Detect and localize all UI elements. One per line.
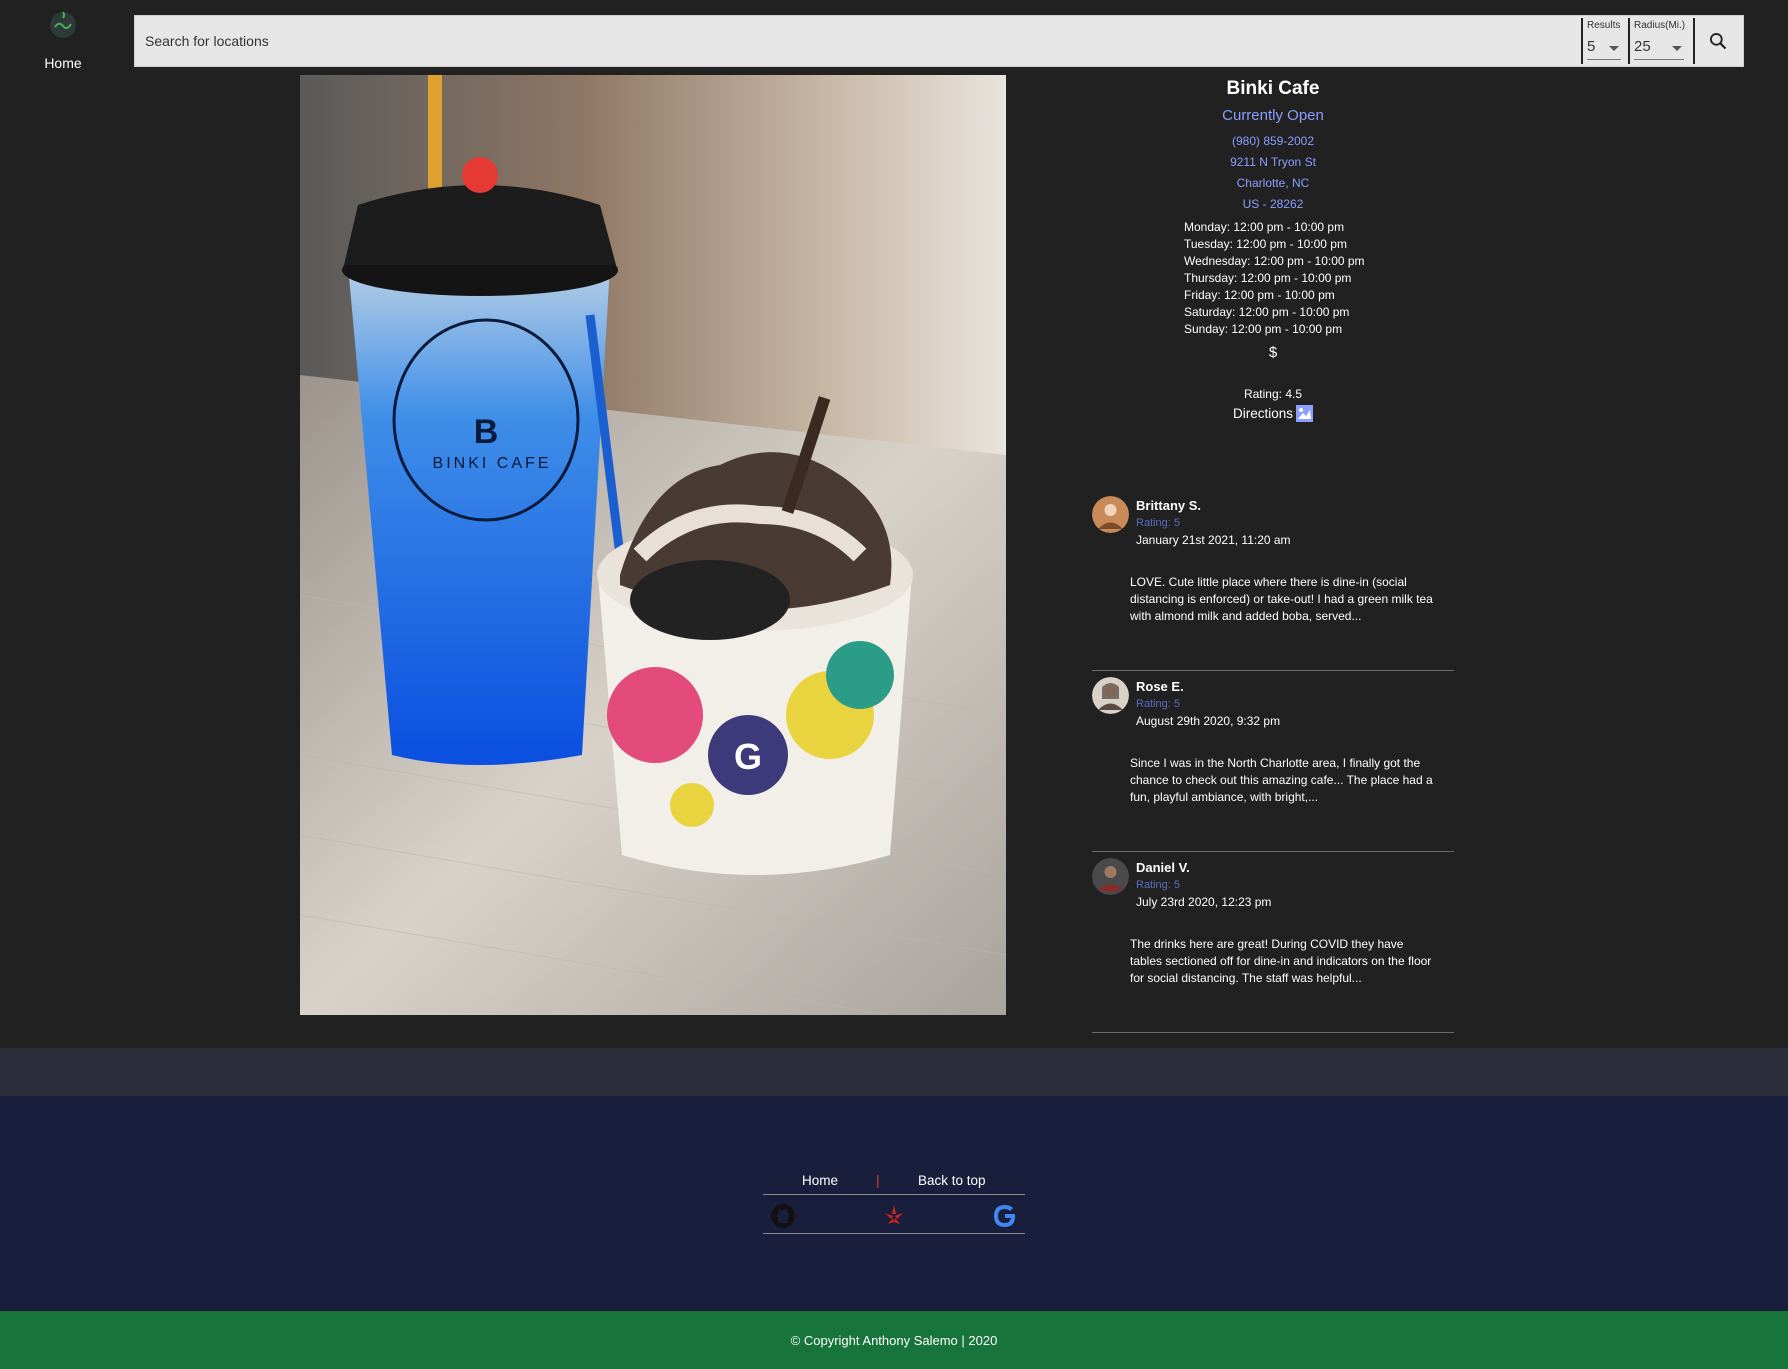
hours-sunday: Sunday: 12:00 pm - 10:00 pm <box>1184 322 1343 336</box>
hours-monday: Monday: 12:00 pm - 10:00 pm <box>1184 220 1345 234</box>
select-underline <box>1587 59 1621 60</box>
radius-select[interactable]: Radius(Mi.) 25 <box>1628 18 1690 64</box>
copyright-bar: © Copyright Anthony Salemo | 2020 <box>0 1311 1788 1369</box>
directions-link[interactable]: Directions <box>1090 405 1456 422</box>
review-text: The drinks here are great! During COVID … <box>1130 937 1432 985</box>
results-value: 5 <box>1587 38 1596 55</box>
copyright-text: © Copyright Anthony Salemo | 2020 <box>790 1332 998 1348</box>
footer-home-link[interactable]: Home <box>802 1173 838 1188</box>
address-line-1: 9211 N Tryon St <box>1230 155 1316 169</box>
review-item: Rose E. Rating: 5 August 29th 2020, 9:32… <box>1092 671 1454 852</box>
review-text: LOVE. Cute little place where there is d… <box>1130 575 1433 623</box>
drink-and-dessert-illustration: B BINKI CAFE G <box>300 75 1006 1015</box>
review-date: July 23rd 2020, 12:23 pm <box>1136 895 1272 909</box>
cup-logo-letter: B <box>474 413 499 451</box>
home-label[interactable]: Home <box>22 55 104 71</box>
footer-separator: | <box>876 1173 880 1188</box>
footer: Home | Back to top <box>0 1096 1788 1311</box>
map-icon <box>1296 405 1314 422</box>
reviewer-name: Daniel V. <box>1136 860 1190 875</box>
home-nav[interactable]: Home <box>22 8 104 71</box>
chevron-down-icon <box>1609 46 1619 51</box>
hours-thursday: Thursday: 12:00 pm - 10:00 pm <box>1184 271 1352 285</box>
hours-friday: Friday: 12:00 pm - 10:00 pm <box>1184 288 1335 302</box>
bowl-letter: G <box>734 736 762 777</box>
directions-label[interactable]: Directions <box>1233 406 1293 421</box>
business-name: Binki Cafe <box>1226 78 1320 99</box>
avatar <box>1092 496 1129 533</box>
github-icon[interactable] <box>770 1203 796 1229</box>
phone-link[interactable]: (980) 859-2002 <box>1090 131 1456 152</box>
reviewer-name: Brittany S. <box>1136 498 1202 513</box>
hours-wednesday: Wednesday: 12:00 pm - 10:00 pm <box>1184 254 1365 268</box>
yelp-icon[interactable] <box>881 1203 907 1229</box>
google-icon[interactable] <box>992 1203 1018 1229</box>
reviewer-name: Rose E. <box>1136 679 1184 694</box>
search-bar: Results 5 Radius(Mi.) 25 <box>134 15 1744 67</box>
search-input[interactable] <box>145 30 1545 52</box>
business-rating: Rating: 4.5 <box>1243 387 1303 401</box>
review-text: Since I was in the North Charlotte area,… <box>1130 756 1433 804</box>
avatar <box>1092 858 1129 895</box>
contact-block: (980) 859-2002 9211 N Tryon St Charlotte… <box>1090 131 1456 215</box>
select-underline <box>1634 59 1684 60</box>
business-info: Binki Cafe Currently Open (980) 859-2002… <box>1090 78 1456 422</box>
avatar <box>1092 677 1129 714</box>
radius-value: 25 <box>1634 38 1651 55</box>
footer-social-icons <box>763 1196 1025 1234</box>
results-select[interactable]: Results 5 <box>1581 18 1627 64</box>
business-photo: B BINKI CAFE G <box>300 75 1006 1015</box>
review-rating: Rating: 5 <box>1136 517 1181 529</box>
review-item: Daniel V. Rating: 5 July 23rd 2020, 12:2… <box>1092 852 1454 1033</box>
footer-divider-strip <box>0 1048 1788 1096</box>
address-line-3: US - 28262 <box>1242 197 1304 211</box>
chevron-down-icon <box>1672 46 1682 51</box>
back-to-top-link[interactable]: Back to top <box>918 1173 986 1188</box>
results-label: Results <box>1587 20 1621 31</box>
hours-list: Monday: 12:00 pm - 10:00 pm Tuesday: 12:… <box>1184 219 1384 338</box>
search-button[interactable] <box>1693 18 1741 64</box>
hours-tuesday: Tuesday: 12:00 pm - 10:00 pm <box>1184 237 1347 251</box>
review-rating: Rating: 5 <box>1136 879 1181 891</box>
review-rating: Rating: 5 <box>1136 698 1181 710</box>
review-item: Brittany S. Rating: 5 January 21st 2021,… <box>1092 490 1454 671</box>
price-level: $ <box>1268 344 1278 361</box>
radius-label: Radius(Mi.) <box>1634 20 1686 31</box>
cup-text: BINKI CAFE <box>433 455 552 472</box>
search-icon <box>1710 33 1727 50</box>
address-line-2: Charlotte, NC <box>1236 176 1310 190</box>
review-date: August 29th 2020, 9:32 pm <box>1136 714 1281 728</box>
open-status: Currently Open <box>1222 107 1324 124</box>
reviews-list: Brittany S. Rating: 5 January 21st 2021,… <box>1092 490 1454 1033</box>
review-date: January 21st 2021, 11:20 am <box>1136 533 1291 547</box>
app-logo-icon <box>50 11 76 38</box>
hours-saturday: Saturday: 12:00 pm - 10:00 pm <box>1184 305 1350 319</box>
footer-links: Home | Back to top <box>763 1173 1025 1195</box>
